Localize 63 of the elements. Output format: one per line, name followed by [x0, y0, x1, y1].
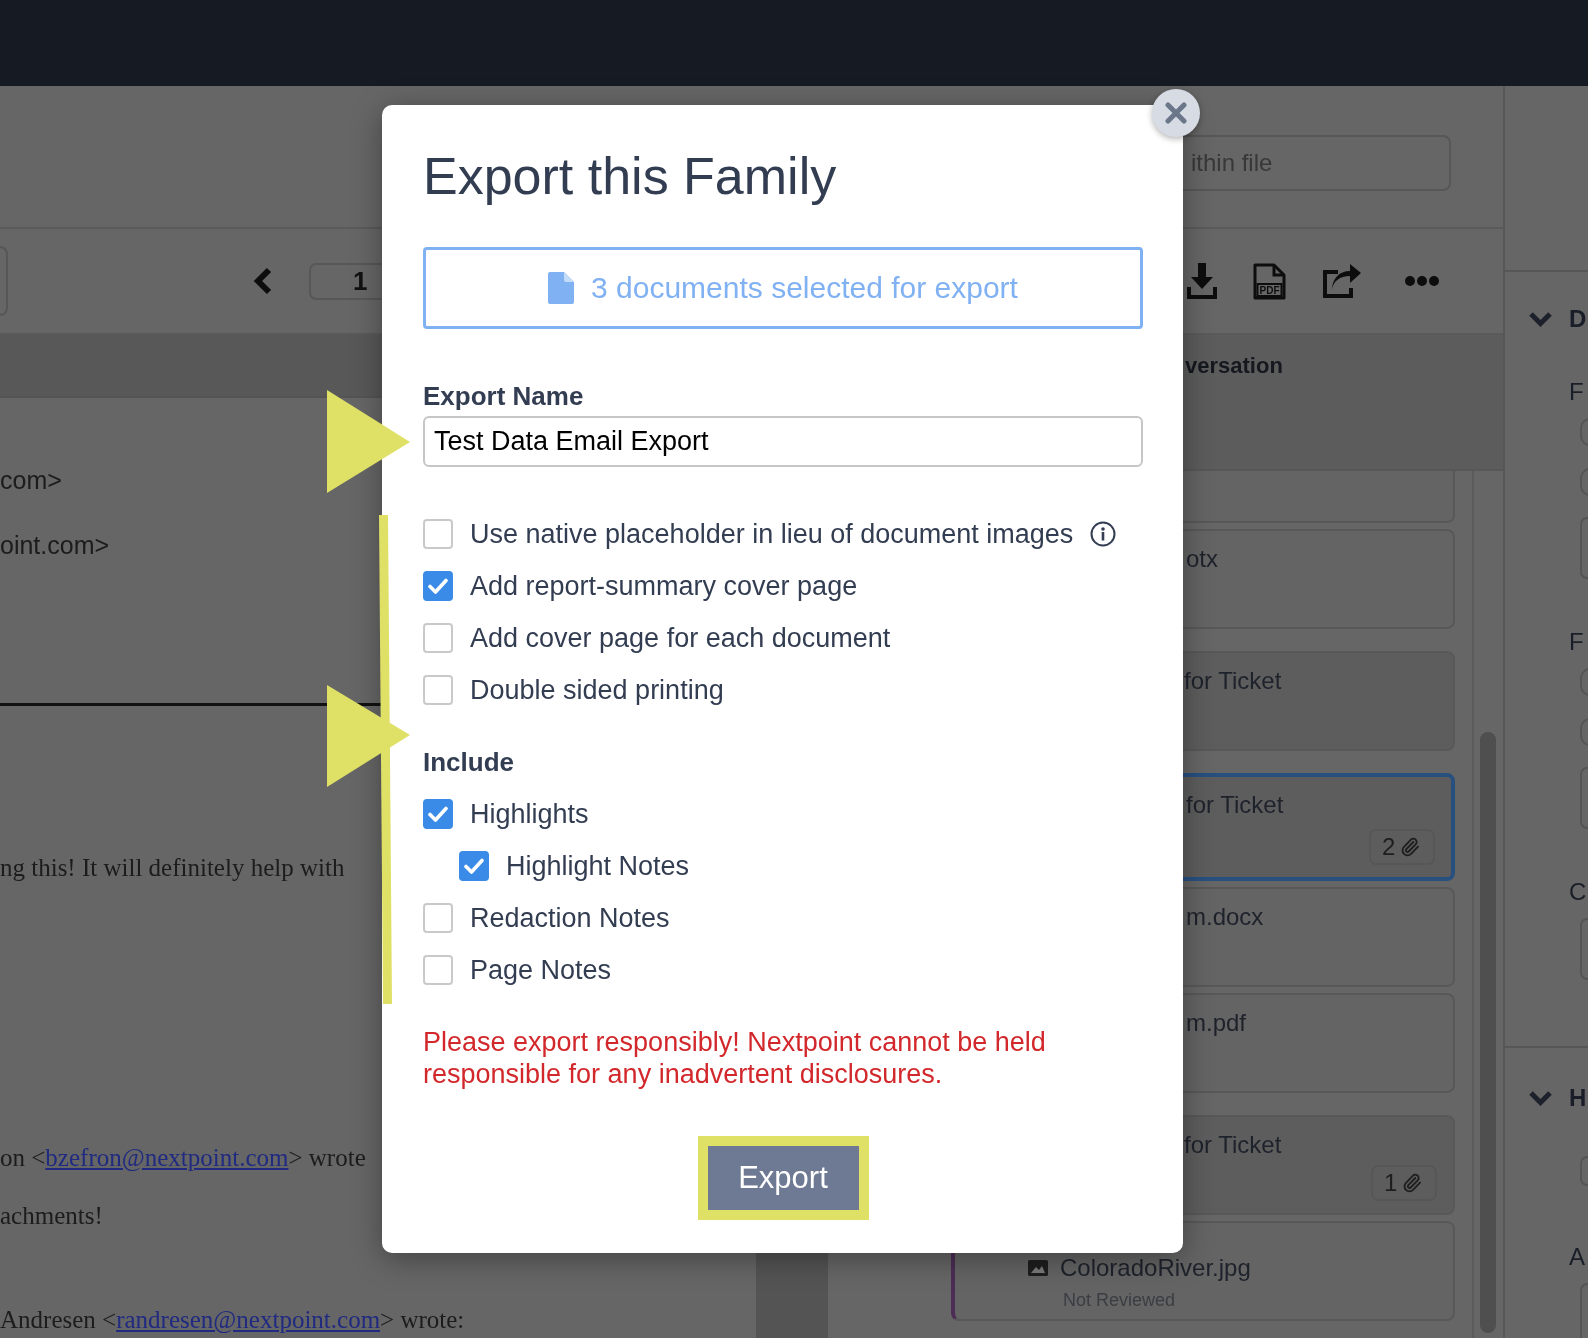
- share-icon[interactable]: [1322, 264, 1361, 298]
- checkmark-icon: [428, 578, 448, 594]
- family-title: versation: [1185, 353, 1283, 379]
- email-link[interactable]: randresen@nextpoint.com: [116, 1306, 381, 1333]
- more-icon[interactable]: [1405, 276, 1439, 286]
- checkbox[interactable]: [459, 851, 489, 881]
- dialog-title: Export this Family: [423, 146, 837, 206]
- email-header-line: oint.com>: [0, 530, 110, 560]
- image-icon: [1028, 1260, 1048, 1276]
- option-label: Add cover page for each document: [470, 623, 891, 653]
- chevron-down-icon[interactable]: [1528, 1090, 1553, 1106]
- paperclip-icon: [1402, 1173, 1423, 1193]
- paperclip-icon: [1400, 837, 1421, 857]
- field-label: F: [1569, 380, 1584, 404]
- email-header-line: com>: [0, 465, 62, 495]
- email-text-line: Andresen <randresen@nextpoint.com> wrote:: [0, 1305, 465, 1335]
- chevron-left-icon[interactable]: [253, 267, 273, 295]
- checkbox[interactable]: [423, 623, 453, 653]
- option-label: Highlight Notes: [506, 851, 690, 881]
- section-heading: Include: [423, 747, 514, 777]
- download-icon[interactable]: [1187, 263, 1217, 299]
- email-text-line: ng this! It will definitely help with: [0, 853, 345, 883]
- summary-text: 3 documents selected for export: [591, 271, 1018, 305]
- document-icon: [548, 272, 575, 304]
- checkbox[interactable]: [423, 571, 453, 601]
- email-text-line: on <bzefron@nextpoint.com> wrote: [0, 1143, 366, 1173]
- pdf-label: PDF: [1259, 284, 1280, 296]
- field-label: A: [1569, 1245, 1585, 1269]
- option-label: Highlights: [470, 799, 589, 829]
- checkmark-icon: [464, 858, 484, 874]
- document-title: otx: [1186, 545, 1218, 573]
- info-icon[interactable]: [1090, 521, 1117, 547]
- chevron-down-icon[interactable]: [1528, 311, 1553, 327]
- document-title: for Ticket: [1184, 1131, 1282, 1159]
- field-label: F: [1569, 630, 1584, 654]
- checkbox[interactable]: [423, 675, 453, 705]
- option-label: Page Notes: [470, 955, 612, 985]
- section-heading[interactable]: D: [1569, 305, 1587, 333]
- field-label: C: [1569, 880, 1587, 904]
- checkbox[interactable]: [423, 799, 453, 829]
- close-icon: [1165, 102, 1187, 124]
- document-title: ColoradoRiver.jpg: [1060, 1255, 1251, 1281]
- email-text-line: achments!: [0, 1201, 103, 1231]
- close-button[interactable]: [1152, 89, 1200, 137]
- export-button[interactable]: Export: [707, 1146, 859, 1210]
- section-heading[interactable]: H: [1569, 1084, 1587, 1112]
- document-title: for Ticket: [1186, 791, 1284, 819]
- checkmark-icon: [428, 806, 448, 822]
- document-title: m.docx: [1186, 903, 1264, 931]
- document-title: for Ticket: [1184, 667, 1282, 695]
- option-label: Redaction Notes: [470, 903, 670, 933]
- pdf-file-icon[interactable]: PDF: [1253, 262, 1286, 300]
- checkbox[interactable]: [423, 955, 453, 985]
- attachment-count: 2: [1382, 833, 1396, 861]
- document-title: m.pdf: [1186, 1009, 1247, 1037]
- attachment-count: 1: [1384, 1169, 1398, 1197]
- email-link[interactable]: bzefron@nextpoint.com: [45, 1144, 289, 1171]
- checkbox[interactable]: [423, 903, 453, 933]
- option-label: Add report-summary cover page: [470, 571, 858, 601]
- option-label: Double sided printing: [470, 675, 724, 705]
- checkbox[interactable]: [423, 519, 453, 549]
- export-name-field[interactable]: Test Data Email Export: [423, 416, 1143, 467]
- field-label: Export Name: [423, 381, 584, 411]
